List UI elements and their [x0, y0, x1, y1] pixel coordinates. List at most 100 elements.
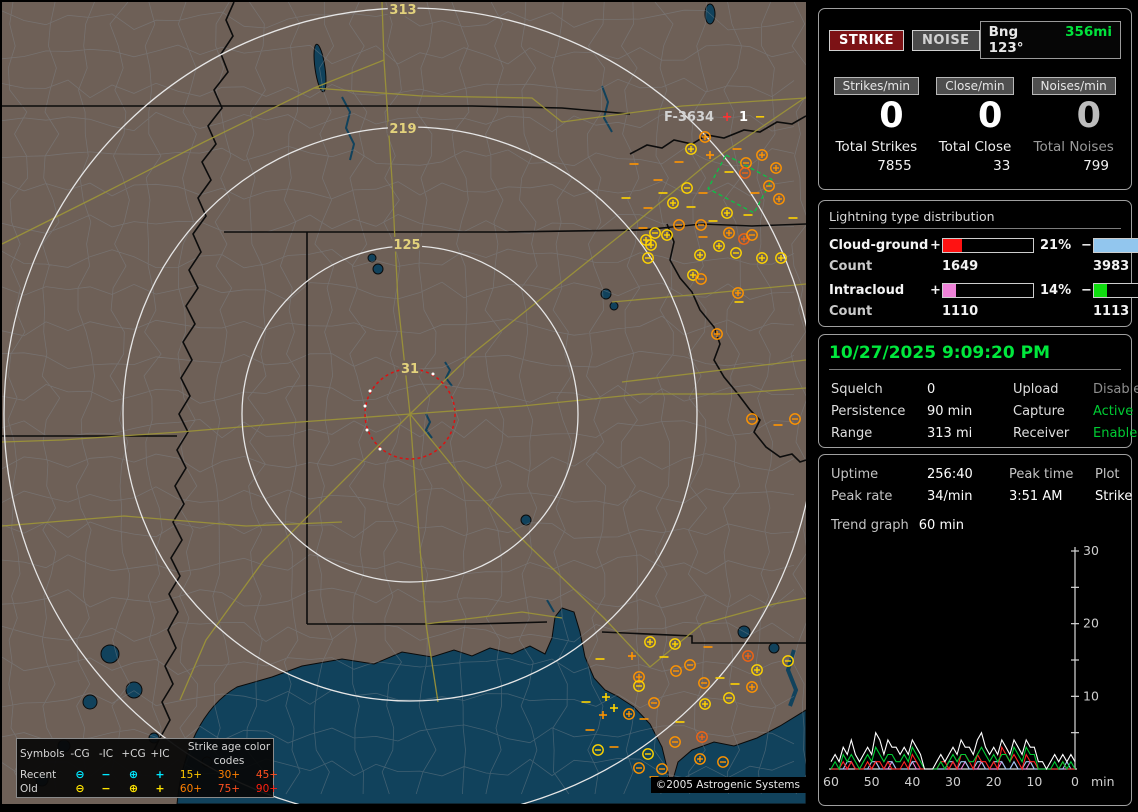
- ic-plus-sign: +: [929, 283, 942, 298]
- receiver-status: Enabled: [1093, 426, 1138, 441]
- bearing-readout: Bng 123° 356mi: [980, 21, 1121, 59]
- legend-col-pos-cg: +CG: [119, 747, 148, 761]
- legend-old-label: Old: [20, 782, 67, 796]
- cg-plus-sign: +: [929, 238, 942, 253]
- copyright-notice: ©2005 Astrogenic Systems: [651, 777, 806, 793]
- legend-col-neg-cg: -CG: [67, 747, 93, 761]
- cg-minus-sign: −: [1080, 238, 1093, 253]
- legend-col-pos-ic: +IC: [148, 747, 172, 761]
- total-noises-value: 799: [1024, 158, 1123, 174]
- noises-per-min-button[interactable]: Noises/min: [1032, 77, 1116, 95]
- trend-graph-value: 60 min: [919, 518, 964, 533]
- cloud-ground-row: Cloud-ground + 21% − 51%: [829, 238, 1121, 253]
- close-per-min-button[interactable]: Close/min: [936, 77, 1013, 95]
- cg-plus-pct: 21%: [1034, 238, 1080, 253]
- svg-text:30: 30: [945, 774, 961, 789]
- svg-text:40: 40: [904, 774, 920, 789]
- cg-minus-bar: [1093, 238, 1138, 253]
- bearing-range-value: 356mi: [1065, 24, 1112, 56]
- counters-panel: STRIKE NOISE Bng 123° 356mi Strikes/min …: [818, 8, 1132, 190]
- recent-plus-icon: +: [148, 768, 172, 782]
- ring-label-31: 31: [401, 362, 419, 377]
- svg-text:10: 10: [1083, 688, 1099, 703]
- distribution-panel: Lightning type distribution Cloud-ground…: [818, 200, 1132, 327]
- total-noises-label: Total Noises: [1024, 139, 1123, 155]
- ic-minus-bar: [1093, 283, 1138, 298]
- total-strikes-value: 7855: [827, 158, 926, 174]
- peak-time-value: 3:51 AM: [1009, 489, 1095, 504]
- range-label: Range: [831, 426, 927, 441]
- upload-label: Upload: [1013, 382, 1093, 397]
- capture-status: Active: [1093, 404, 1138, 419]
- datetime-display: 10/27/2025 9:09:20 PM: [829, 343, 1121, 370]
- legend-old-row: Old ⊖ − ⊕ + 60+ 75+ 90+: [20, 782, 270, 796]
- ring-label-219: 219: [389, 122, 416, 137]
- uptime-value: 256:40: [927, 467, 1009, 482]
- trend-graph-chart: 1020306050403020100min: [823, 537, 1129, 803]
- close-per-min-value: 0: [926, 95, 1025, 137]
- age-60: 60+: [172, 782, 210, 796]
- plot-value: Strike: [1095, 489, 1132, 504]
- svg-text:60: 60: [823, 774, 839, 789]
- svg-text:20: 20: [1083, 616, 1099, 631]
- svg-text:20: 20: [986, 774, 1002, 789]
- storm-cell-label: F-3634 + 1 −: [664, 110, 766, 125]
- old-circle-minus-icon: ⊖: [67, 782, 93, 796]
- ic-minus-count: 1113: [1093, 304, 1138, 319]
- svg-text:30: 30: [1083, 543, 1099, 558]
- cloud-ground-count-row: Count 1649 3983: [829, 259, 1121, 274]
- strikes-per-min-value: 0: [827, 95, 926, 137]
- lightning-tracker-app: 313 219 125 31 F-3634 + 1 − Symbols -CG …: [0, 0, 1138, 812]
- age-90: 90+: [248, 782, 286, 796]
- age-15: 15+: [172, 768, 210, 782]
- total-close-label: Total Close: [926, 139, 1025, 155]
- uptime-label: Uptime: [831, 467, 927, 482]
- noises-per-min-value: 0: [1024, 95, 1123, 137]
- trend-series-Total: [831, 733, 1075, 769]
- trend-series--IC: [831, 747, 1075, 769]
- svg-text:50: 50: [864, 774, 880, 789]
- age-30: 30+: [210, 768, 248, 782]
- intracloud-row: Intracloud + 14% − 14%: [829, 283, 1121, 298]
- ic-plus-bar: [942, 283, 1034, 298]
- peak-rate-label: Peak rate: [831, 489, 927, 504]
- plot-label: Plot: [1095, 467, 1132, 482]
- legend-recent-label: Recent: [20, 768, 67, 782]
- squelch-value: 0: [927, 382, 1013, 397]
- receiver-label: Receiver: [1013, 426, 1093, 441]
- noise-toggle-button[interactable]: NOISE: [912, 30, 980, 51]
- peak-rate-value: 34/min: [927, 489, 1009, 504]
- trend-panel: Uptime 256:40 Peak time Plot Peak rate 3…: [818, 454, 1132, 806]
- strike-toggle-button[interactable]: STRIKE: [829, 30, 904, 51]
- total-strikes-label: Total Strikes: [827, 139, 926, 155]
- trend-series-+CG: [831, 747, 1075, 769]
- distribution-title: Lightning type distribution: [829, 209, 1121, 229]
- old-plus-icon: +: [148, 782, 172, 796]
- cg-plus-count: 1649: [942, 259, 1034, 274]
- total-close-value: 33: [926, 158, 1025, 174]
- map-legend: Symbols -CG -IC +CG +IC Strike age color…: [16, 738, 274, 798]
- persistence-value: 90 min: [927, 404, 1013, 419]
- old-circle-plus-icon: ⊕: [119, 782, 148, 796]
- trend-graph-label: Trend graph: [831, 518, 909, 533]
- legend-recent-row: Recent ⊖ − ⊕ + 15+ 30+ 45+: [20, 768, 270, 782]
- old-minus-icon: −: [93, 782, 119, 796]
- cloud-ground-label: Cloud-ground: [829, 238, 929, 253]
- ic-plus-count: 1110: [942, 304, 1034, 319]
- ring-label-125: 125: [393, 238, 420, 253]
- legend-symbols-label: Symbols: [20, 747, 67, 761]
- legend-header-row: Symbols -CG -IC +CG +IC Strike age color…: [20, 740, 270, 768]
- strike-map[interactable]: 313 219 125 31 F-3634 + 1 − Symbols -CG …: [2, 2, 806, 804]
- ic-plus-pct: 14%: [1034, 283, 1080, 298]
- strikes-per-min-button[interactable]: Strikes/min: [834, 77, 919, 95]
- bearing-value: Bng 123°: [989, 24, 1052, 56]
- age-75: 75+: [210, 782, 248, 796]
- range-value: 313 mi: [927, 426, 1013, 441]
- cg-plus-bar: [942, 238, 1034, 253]
- ic-minus-sign: −: [1080, 283, 1093, 298]
- cg-minus-count: 3983: [1093, 259, 1138, 274]
- svg-text:0: 0: [1071, 774, 1079, 789]
- cg-count-label: Count: [829, 259, 929, 274]
- ring-label-313: 313: [389, 3, 416, 18]
- legend-age-title: Strike age color codes: [172, 740, 286, 768]
